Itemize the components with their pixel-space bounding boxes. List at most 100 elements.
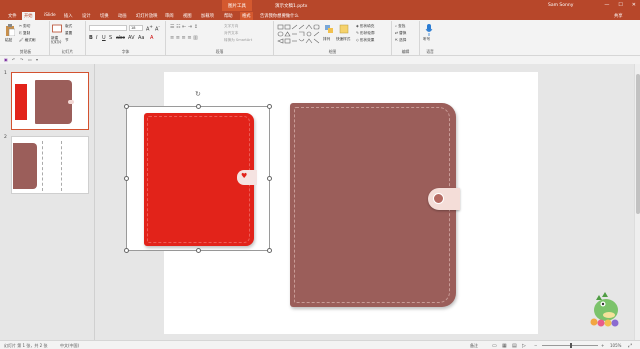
shape-fill-label: 形状填充 [359, 24, 375, 28]
resize-handle[interactable] [267, 104, 272, 109]
smartart-button[interactable]: 转换为 SmartArt [224, 38, 252, 43]
arrange-button[interactable] [324, 24, 334, 35]
group-label: 剪贴板 [19, 49, 32, 54]
quick-styles-button[interactable] [339, 24, 349, 35]
tab-format[interactable]: 格式 [240, 12, 253, 20]
slideshow-view-icon[interactable]: ▷ [522, 343, 526, 349]
section-button[interactable]: 节 [65, 38, 69, 43]
select-button[interactable]: ⇱ 选择 [395, 38, 406, 43]
text-direction-button[interactable]: 文字方向 [224, 24, 238, 29]
font-name-box[interactable] [89, 25, 127, 31]
tab-help[interactable]: 帮助 [222, 12, 235, 20]
tell-me-search[interactable]: 告诉我你想要做什么 [258, 12, 301, 20]
resize-handle[interactable] [196, 248, 201, 253]
customize-qat-icon[interactable]: ▾ [36, 57, 38, 62]
format-painter-button[interactable]: 🖌 格式刷 [19, 38, 36, 43]
resize-handle[interactable] [124, 176, 129, 181]
reset-button[interactable]: 重置 [65, 31, 72, 36]
group-font: 18 A+ A- B I U S abc AV Aa A 字体 [86, 21, 166, 56]
font-color-icon[interactable]: A [150, 35, 153, 41]
paste-button[interactable] [5, 24, 16, 37]
brown-notebook-stitching [294, 107, 450, 303]
slide-editor: ♥ ↻ [96, 64, 640, 340]
change-case-icon[interactable]: Aa [138, 35, 144, 41]
align-text-button[interactable]: 对齐文本 [224, 31, 238, 36]
start-slideshow-icon[interactable]: ▭ [28, 57, 32, 62]
dictate-button[interactable] [425, 24, 433, 37]
font-size-box[interactable]: 18 [129, 25, 143, 31]
tab-animations[interactable]: 动画 [116, 12, 129, 20]
tab-transitions[interactable]: 切换 [98, 12, 111, 20]
underline-icon[interactable]: U [102, 35, 106, 41]
document-title: 演示文稿1.pptx [275, 4, 308, 9]
shape-fill-button[interactable]: ◈ 形状填充 [356, 24, 374, 29]
resize-handle[interactable] [267, 176, 272, 181]
ribbon-tabs: 文件 开始 iSlide 插入 设计 切换 动画 幻灯片放映 审阅 视图 加载项… [0, 11, 640, 20]
reading-view-icon[interactable]: ▤ [512, 343, 517, 349]
resize-handle[interactable] [196, 104, 201, 109]
undo-icon[interactable]: ↶ [12, 57, 15, 62]
bold-icon[interactable]: B [89, 35, 93, 41]
zoom-out-icon[interactable]: − [534, 343, 537, 348]
cut-label: 剪切 [23, 24, 31, 28]
tab-islide[interactable]: iSlide [42, 12, 58, 20]
tab-design[interactable]: 设计 [80, 12, 93, 20]
share-button[interactable]: 共享 [612, 12, 625, 20]
sorter-view-icon[interactable]: ▦ [502, 343, 507, 349]
notes-button[interactable]: 备注 [470, 343, 478, 349]
tab-file[interactable]: 文件 [6, 12, 19, 20]
replace-button[interactable]: ⇄ 替换 [395, 31, 406, 36]
grow-font-icon[interactable]: A+ [146, 24, 153, 33]
italic-icon[interactable]: I [96, 35, 97, 41]
context-tab-picture-tools: 图片工具 [222, 0, 252, 11]
brown-notebook-image[interactable] [290, 103, 460, 307]
user-name[interactable]: Sam Sonny [548, 3, 573, 8]
vertical-scrollbar[interactable] [634, 64, 640, 340]
resize-handle[interactable] [124, 104, 129, 109]
tab-home[interactable]: 开始 [22, 12, 35, 20]
redo-icon[interactable]: ↷ [20, 57, 23, 62]
find-button[interactable]: ⌕ 查找 [395, 24, 405, 29]
shadow-icon[interactable]: S [109, 35, 112, 41]
zoom-level[interactable]: 105% [610, 343, 621, 348]
resize-handle[interactable] [124, 248, 129, 253]
resize-handle[interactable] [267, 248, 272, 253]
shapes-gallery-icon[interactable] [277, 24, 321, 46]
cut-button[interactable]: ✂ 剪切 [19, 24, 30, 29]
format-painter-label: 格式刷 [24, 38, 36, 42]
rotate-handle-icon[interactable]: ↻ [195, 90, 201, 98]
char-spacing-icon[interactable]: AV [128, 35, 135, 41]
tab-view[interactable]: 视图 [181, 12, 194, 20]
normal-view-icon[interactable]: ▭ [492, 343, 497, 349]
thumb2-dashed-line [61, 141, 62, 191]
tab-insert[interactable]: 插入 [62, 12, 75, 20]
shape-outline-button[interactable]: ✎ 形状轮廓 [356, 31, 375, 36]
layout-button[interactable]: 版式 [65, 24, 72, 29]
maximize-button[interactable]: ☐ [618, 2, 622, 8]
minimize-button[interactable]: — [604, 2, 609, 8]
tab-slideshow[interactable]: 幻灯片放映 [134, 12, 159, 20]
fit-slide-icon[interactable]: ⤢ [628, 343, 632, 349]
bullets-icon[interactable]: ☰ ☷ ⇤ ⇥ ↕ [170, 24, 198, 30]
red-notebook-selection[interactable]: ♥ [124, 104, 272, 253]
cursor-icon: ⇱ [395, 38, 399, 42]
new-slide-button[interactable] [52, 24, 62, 35]
save-icon[interactable]: ▣ [4, 57, 8, 62]
align-icons[interactable]: ≡ ≡ ≡ ≡ ▥ [170, 35, 198, 41]
brown-notebook-clasp [428, 188, 460, 210]
slide-thumbnails-pane: 1 2 [0, 64, 95, 340]
scrollbar-thumb[interactable] [636, 74, 640, 214]
shape-effects-button[interactable]: ◇ 形状效果 [356, 38, 374, 43]
arrange-icon [325, 25, 333, 33]
zoom-slider-thumb[interactable] [570, 343, 572, 348]
copy-button[interactable]: ⎘ 复制 [19, 31, 30, 36]
shrink-font-icon[interactable]: A- [155, 24, 160, 33]
title-bar: 图片工具 演示文稿1.pptx Sam Sonny — ☐ ✕ [0, 0, 640, 11]
close-button[interactable]: ✕ [632, 2, 636, 8]
slide-thumbnail-2[interactable] [11, 136, 89, 194]
tab-review[interactable]: 审阅 [163, 12, 176, 20]
strikethrough-icon[interactable]: abc [116, 35, 125, 41]
zoom-in-icon[interactable]: + [601, 343, 604, 348]
tab-addins[interactable]: 加载项 [199, 12, 216, 20]
slide-thumbnail-1[interactable] [11, 72, 89, 130]
